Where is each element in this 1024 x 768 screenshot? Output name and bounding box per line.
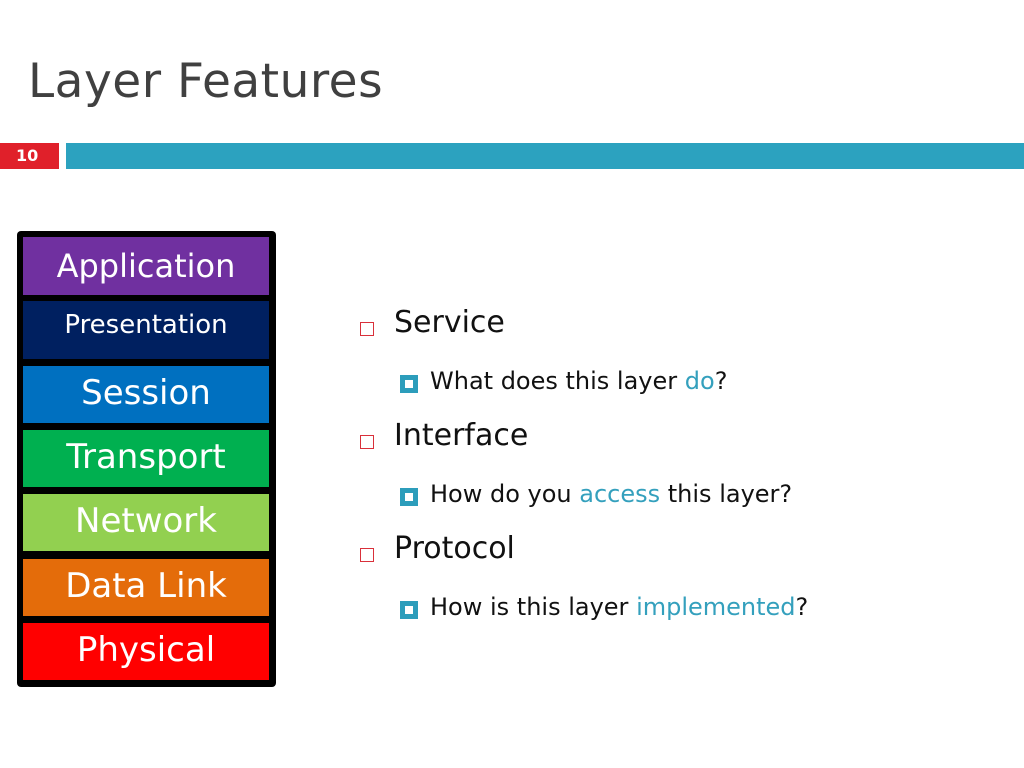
layer-session: Session — [23, 366, 269, 423]
highlight-text: access — [579, 480, 661, 508]
slide-number: 10 — [0, 143, 59, 169]
layer-label: Physical — [76, 630, 216, 670]
layer-network: Network — [23, 494, 269, 551]
sub-text: How is this layer — [430, 593, 637, 621]
layer-label: Application — [56, 247, 236, 285]
slide-title: Layer Features — [28, 54, 384, 109]
bullet-heading: Interface — [394, 418, 529, 453]
layer-data-link: Data Link — [23, 559, 269, 616]
hollow-square-bullet-icon — [360, 322, 374, 336]
bullet-heading: Protocol — [394, 531, 515, 566]
layer-label: Transport — [66, 437, 226, 477]
sub-text-end: this layer? — [660, 480, 793, 508]
layer-label: Session — [81, 373, 211, 413]
layer-label: Data Link — [65, 566, 227, 606]
osi-layer-stack: Application Presentation Session Transpo… — [17, 231, 276, 687]
hollow-square-bullet-icon — [360, 435, 374, 449]
title-rule-bar — [66, 143, 1024, 169]
sub-text-end: ? — [795, 593, 809, 621]
highlight-text: do — [684, 367, 715, 395]
layer-physical: Physical — [23, 623, 269, 680]
layer-presentation: Presentation — [23, 301, 269, 359]
filled-square-bullet-icon — [400, 375, 418, 393]
layer-label: Presentation — [64, 310, 228, 340]
filled-square-bullet-icon — [400, 601, 418, 619]
filled-square-bullet-icon — [400, 488, 418, 506]
layer-label: Network — [75, 501, 217, 541]
highlight-text: implemented — [636, 593, 796, 621]
layer-application: Application — [23, 237, 269, 295]
sub-text-end: ? — [714, 367, 728, 395]
bullet-heading: Service — [394, 305, 505, 340]
sub-text: How do you — [430, 480, 580, 508]
sub-text: What does this layer — [430, 367, 685, 395]
hollow-square-bullet-icon — [360, 548, 374, 562]
layer-transport: Transport — [23, 430, 269, 487]
